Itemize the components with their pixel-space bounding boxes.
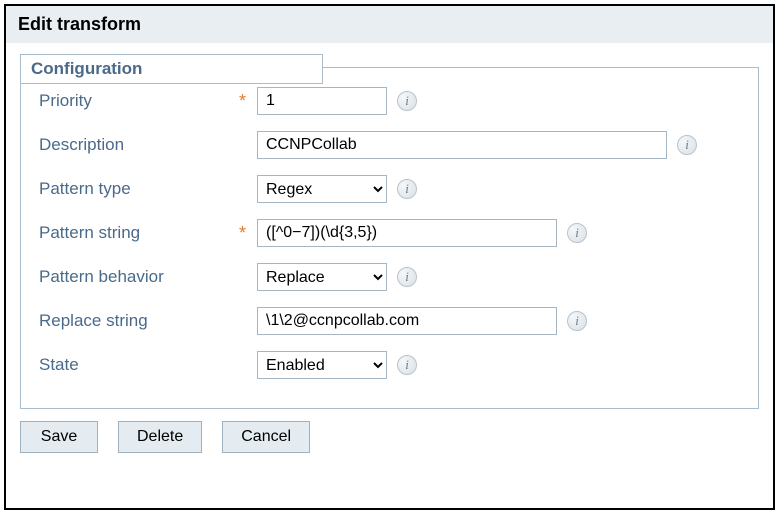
section-legend: Configuration	[20, 54, 323, 84]
info-icon[interactable]: i	[567, 223, 587, 243]
select-pattern-type[interactable]: Regex	[257, 175, 387, 203]
info-icon[interactable]: i	[397, 267, 417, 287]
input-pattern-string[interactable]	[257, 219, 557, 247]
button-row: Save Delete Cancel	[20, 421, 759, 453]
row-description: Description i	[39, 130, 740, 160]
edit-transform-window: Edit transform Configuration Priority * …	[4, 4, 775, 510]
label-pattern-type: Pattern type	[39, 179, 239, 199]
content-area: Configuration Priority * i Description i…	[6, 43, 773, 465]
input-priority[interactable]	[257, 87, 387, 115]
label-description: Description	[39, 135, 239, 155]
info-icon[interactable]: i	[397, 355, 417, 375]
label-pattern-behavior: Pattern behavior	[39, 267, 239, 287]
row-priority: Priority * i	[39, 86, 740, 116]
row-pattern-type: Pattern type Regex i	[39, 174, 740, 204]
info-icon[interactable]: i	[397, 91, 417, 111]
row-state: State Enabled i	[39, 350, 740, 380]
row-pattern-string: Pattern string * i	[39, 218, 740, 248]
input-replace-string[interactable]	[257, 307, 557, 335]
configuration-fieldset: Configuration Priority * i Description i…	[20, 67, 759, 409]
select-state[interactable]: Enabled	[257, 351, 387, 379]
row-replace-string: Replace string i	[39, 306, 740, 336]
label-state: State	[39, 355, 239, 375]
row-pattern-behavior: Pattern behavior Replace i	[39, 262, 740, 292]
info-icon[interactable]: i	[567, 311, 587, 331]
label-priority: Priority	[39, 91, 239, 111]
select-pattern-behavior[interactable]: Replace	[257, 263, 387, 291]
window-title: Edit transform	[6, 6, 773, 43]
label-replace-string: Replace string	[39, 311, 239, 331]
save-button[interactable]: Save	[20, 421, 98, 453]
info-icon[interactable]: i	[397, 179, 417, 199]
required-marker: *	[239, 92, 257, 110]
label-pattern-string: Pattern string	[39, 223, 239, 243]
delete-button[interactable]: Delete	[118, 421, 202, 453]
required-marker: *	[239, 224, 257, 242]
input-description[interactable]	[257, 131, 667, 159]
info-icon[interactable]: i	[677, 135, 697, 155]
cancel-button[interactable]: Cancel	[222, 421, 310, 453]
